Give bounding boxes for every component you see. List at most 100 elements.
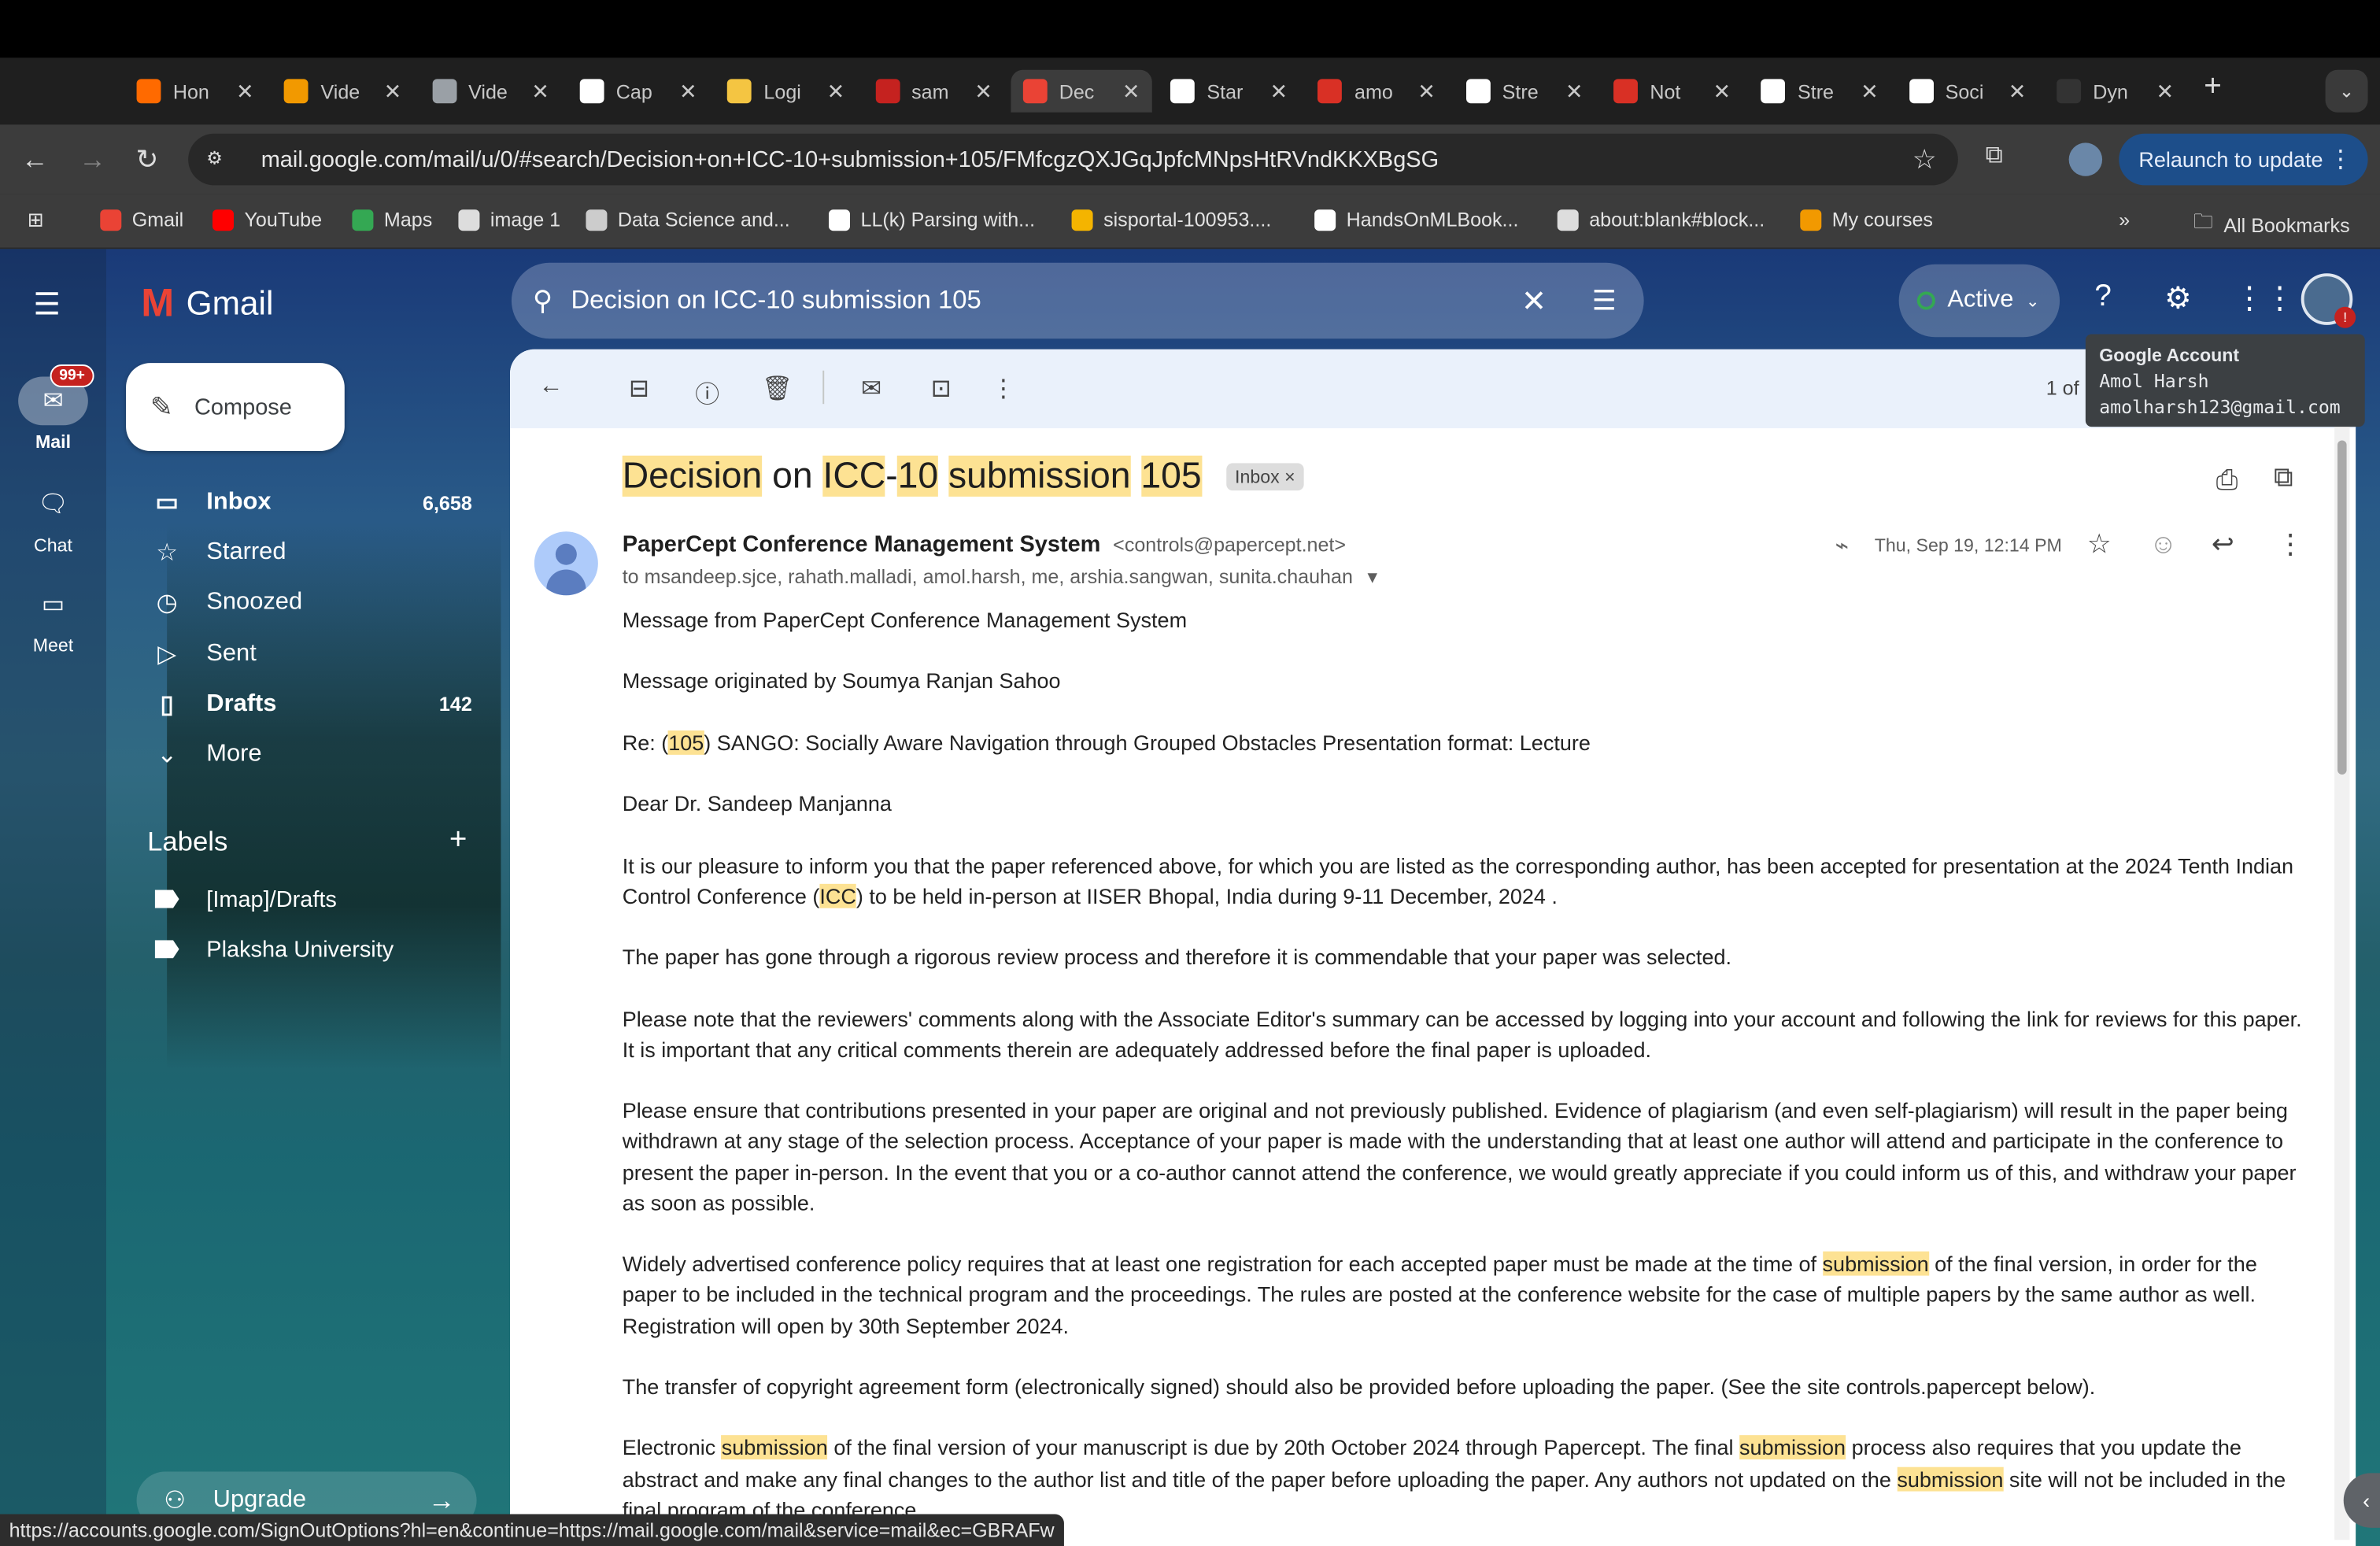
- message-more-icon[interactable]: ⋮: [2277, 528, 2304, 560]
- address-bar[interactable]: ⚙ mail.google.com/mail/u/0/#search/Decis…: [188, 133, 1958, 186]
- browser-tab[interactable]: Soci ✕: [1897, 70, 2038, 113]
- bookmarks-overflow[interactable]: »: [2119, 208, 2130, 231]
- scrollbar-thumb[interactable]: [2337, 440, 2347, 775]
- browser-tab[interactable]: Dyn ✕: [2045, 70, 2186, 113]
- open-new-window-icon[interactable]: ⧉: [2274, 461, 2293, 494]
- browser-tab[interactable]: Vide ✕: [419, 70, 561, 113]
- status-chip[interactable]: Active ⌄: [1898, 264, 2060, 338]
- recipients-line[interactable]: to msandeep.sjce, rahath.malladi, amol.h…: [623, 565, 1377, 590]
- nav-item-drafts[interactable]: ▯ Drafts 142: [106, 680, 504, 729]
- help-icon[interactable]: ?: [2094, 279, 2111, 314]
- back-to-list-icon[interactable]: ←: [534, 374, 567, 401]
- nav-item-more[interactable]: ⌄ More: [106, 730, 504, 779]
- main-menu-icon[interactable]: ☰: [33, 286, 72, 322]
- close-tab-icon[interactable]: ✕: [1270, 78, 1288, 104]
- bookmark-item[interactable]: image 1: [458, 208, 560, 231]
- relaunch-button[interactable]: Relaunch to update ⋮: [2119, 133, 2368, 186]
- more-options-icon[interactable]: ⋮: [987, 374, 1020, 405]
- bookmark-item[interactable]: YouTube: [212, 208, 322, 231]
- mark-unread-icon[interactable]: ✉: [855, 374, 888, 405]
- nav-item-count: 6,658: [423, 491, 472, 515]
- browser-tab[interactable]: Cap ✕: [567, 70, 709, 113]
- browser-tab[interactable]: sam ✕: [863, 70, 1004, 113]
- google-apps-icon[interactable]: ⋮⋮: [2234, 279, 2295, 317]
- all-bookmarks[interactable]: 🗀 All Bookmarks: [2193, 208, 2350, 241]
- tab-search-button[interactable]: ⌄: [2325, 69, 2368, 113]
- report-spam-icon[interactable]: ⓘ: [690, 374, 723, 410]
- bookmark-item[interactable]: about:blank#block...: [1557, 208, 1765, 231]
- bookmark-item[interactable]: Gmail: [100, 208, 183, 231]
- bookmark-item[interactable]: LL(k) Parsing with...: [828, 208, 1035, 231]
- new-tab-button[interactable]: +: [2204, 70, 2222, 105]
- label-item[interactable]: Plaksha University: [106, 926, 504, 972]
- browser-tab[interactable]: Vide ✕: [272, 70, 414, 113]
- print-icon[interactable]: ⎙: [2216, 464, 2238, 497]
- close-tab-icon[interactable]: ✕: [827, 78, 845, 104]
- nav-item-sent[interactable]: ▷ Sent: [106, 630, 504, 679]
- search-bar[interactable]: ⚲ Decision on ICC-10 submission 105 ✕ ☰: [511, 262, 1644, 339]
- gmail-logo[interactable]: M Gmail: [141, 279, 273, 327]
- bookmark-star-icon[interactable]: ☆: [1913, 143, 1937, 176]
- recipient-details-dropdown-icon[interactable]: ▾: [1367, 565, 1377, 588]
- bookmark-item[interactable]: sisportal-100953....: [1071, 208, 1271, 231]
- add-label-button[interactable]: +: [449, 823, 468, 858]
- rail-meet[interactable]: ▭ Meet: [0, 580, 106, 656]
- rail-chat[interactable]: 🗨 Chat: [0, 480, 106, 556]
- bookmark-item[interactable]: HandsOnMLBook...: [1314, 208, 1518, 231]
- bookmark-item[interactable]: Maps: [352, 208, 432, 231]
- browser-tab[interactable]: Not ✕: [1602, 70, 1743, 113]
- close-tab-icon[interactable]: ✕: [1861, 78, 1879, 104]
- close-tab-icon[interactable]: ✕: [974, 78, 992, 104]
- close-tab-icon[interactable]: ✕: [384, 78, 402, 104]
- apps-grid-icon[interactable]: ⊞: [28, 208, 44, 232]
- search-icon[interactable]: ⚲: [533, 285, 552, 317]
- emoji-reaction-icon[interactable]: ☺: [2149, 528, 2177, 560]
- clear-search-icon[interactable]: ✕: [1521, 282, 1547, 320]
- back-icon[interactable]: ←: [15, 139, 54, 179]
- forward-icon[interactable]: →: [73, 139, 113, 179]
- move-to-icon[interactable]: ⊡: [924, 374, 957, 405]
- close-tab-icon[interactable]: ✕: [1122, 78, 1140, 104]
- browser-tab[interactable]: Star ✕: [1159, 70, 1300, 113]
- close-tab-icon[interactable]: ✕: [2156, 78, 2174, 104]
- bookmark-item[interactable]: My courses: [1800, 208, 1933, 231]
- browser-tab[interactable]: amo ✕: [1306, 70, 1447, 113]
- site-info-icon[interactable]: ⚙: [206, 147, 231, 172]
- nav-item-inbox[interactable]: ▭ Inbox 6,658: [106, 479, 504, 527]
- browser-tab[interactable]: Stre ✕: [1749, 70, 1890, 113]
- browser-tab[interactable]: Logi ✕: [715, 70, 857, 113]
- archive-icon[interactable]: ⊟: [623, 374, 656, 405]
- settings-gear-icon[interactable]: ⚙: [2164, 279, 2192, 317]
- delete-icon[interactable]: 🗑: [760, 374, 793, 405]
- rail-mail[interactable]: ✉ 99+ Mail: [0, 364, 106, 453]
- close-tab-icon[interactable]: ✕: [1713, 78, 1731, 104]
- account-avatar[interactable]: !: [2301, 273, 2356, 328]
- search-options-icon[interactable]: ☰: [1592, 285, 1617, 317]
- nav-item-starred[interactable]: ☆ Starred: [106, 529, 504, 578]
- close-tab-icon[interactable]: ✕: [1565, 78, 1584, 104]
- more-vert-icon[interactable]: ⋮: [2328, 144, 2352, 175]
- nav-item-snoozed[interactable]: ◷ Snoozed: [106, 579, 504, 628]
- bookmark-item[interactable]: Data Science and...: [586, 208, 790, 231]
- label-item[interactable]: [Imap]/Drafts: [106, 876, 504, 922]
- search-input[interactable]: Decision on ICC-10 submission 105: [571, 286, 981, 316]
- url-text[interactable]: mail.google.com/mail/u/0/#search/Decisio…: [261, 146, 1439, 172]
- reply-icon[interactable]: ↩: [2212, 528, 2234, 560]
- close-tab-icon[interactable]: ✕: [236, 78, 254, 104]
- sender-name[interactable]: PaperCept Conference Management System <…: [623, 531, 1346, 557]
- close-tab-icon[interactable]: ✕: [679, 78, 697, 104]
- reload-icon[interactable]: ↻: [128, 139, 167, 179]
- browser-tab[interactable]: Dec ✕: [1011, 69, 1152, 113]
- inbox-label-chip[interactable]: Inbox ×: [1225, 463, 1305, 491]
- close-tab-icon[interactable]: ✕: [1417, 78, 1436, 104]
- browser-tab[interactable]: Stre ✕: [1454, 70, 1595, 113]
- compose-button[interactable]: ✎ Compose: [126, 363, 345, 451]
- browser-tab[interactable]: Hon ✕: [124, 70, 266, 113]
- sender-avatar[interactable]: [534, 531, 598, 596]
- browser-profile-avatar[interactable]: [2068, 142, 2103, 176]
- extensions-icon[interactable]: ⧉: [1986, 142, 2003, 170]
- gmail-app: ✉ 99+ Mail 🗨 Chat ▭ Meet ☰ M Gmail ⚲ Dec…: [0, 249, 2380, 1546]
- close-tab-icon[interactable]: ✕: [2009, 78, 2027, 104]
- close-tab-icon[interactable]: ✕: [531, 78, 549, 104]
- star-icon[interactable]: ☆: [2087, 528, 2112, 560]
